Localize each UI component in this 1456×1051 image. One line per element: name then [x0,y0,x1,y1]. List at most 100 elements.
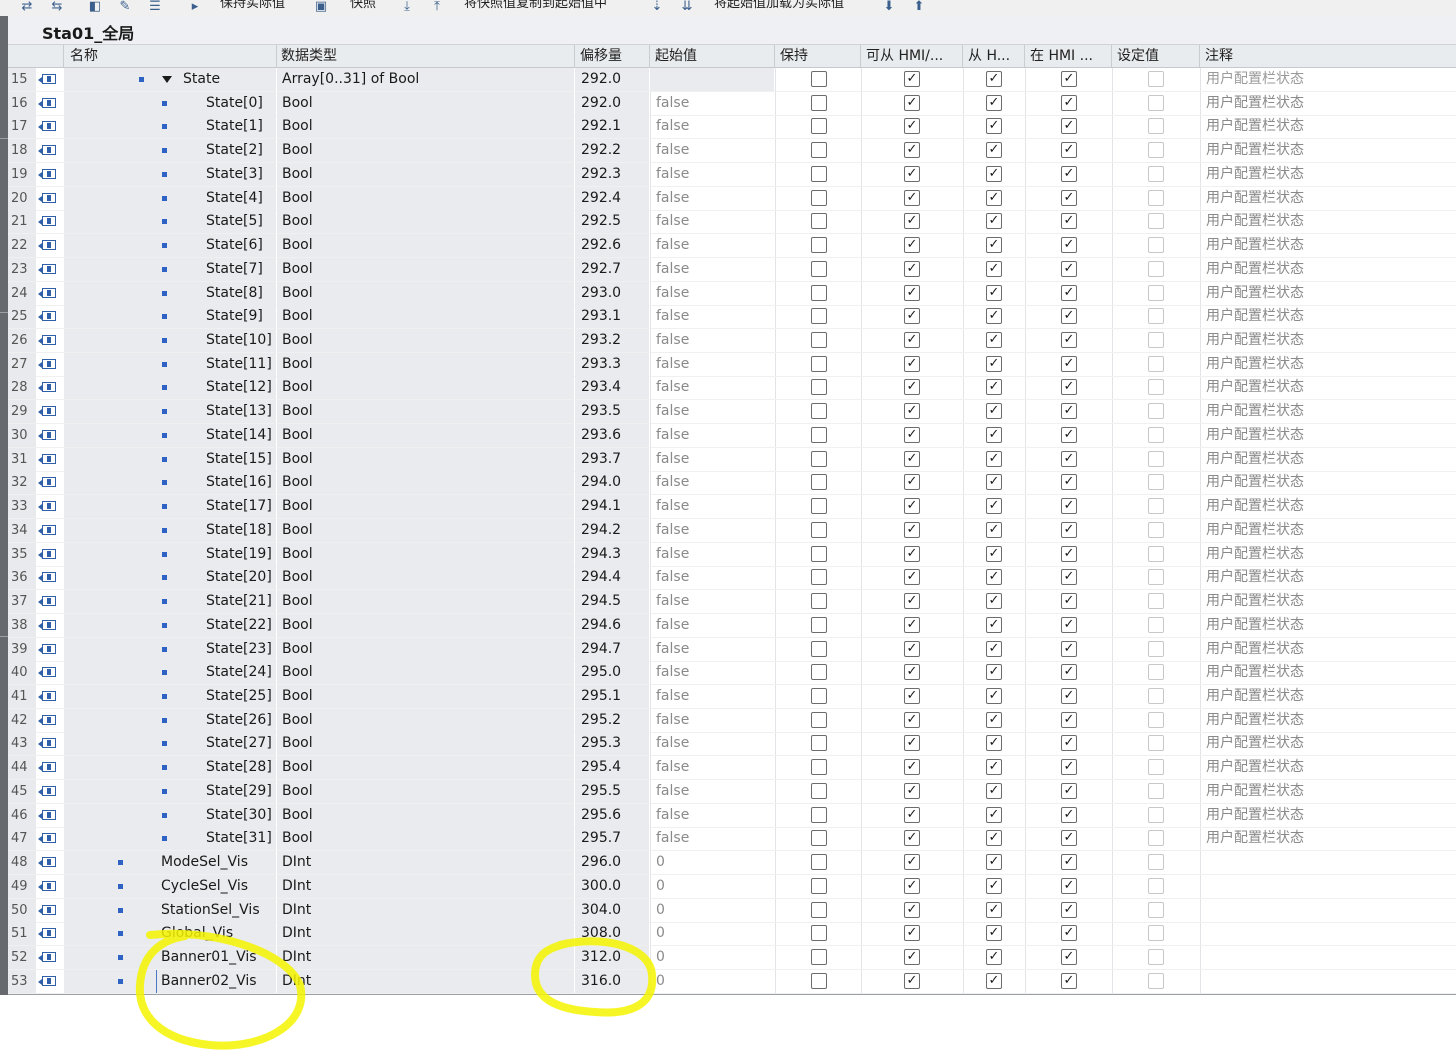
comment-cell[interactable]: 用户配置栏状态 [1204,543,1456,566]
table-row[interactable]: 50 StationSel_Vis DInt 304.0 0 [8,898,1456,923]
setpoint-checkbox[interactable] [1148,260,1164,277]
inhmi-checkbox[interactable] [1061,189,1077,206]
inhmi-checkbox[interactable] [1061,450,1077,467]
data-type-cell[interactable]: Bool [277,257,574,281]
fromhmi-checkbox[interactable] [986,735,1002,752]
setpoint-checkbox[interactable] [1148,355,1164,372]
table-row[interactable]: 38 State[22] Bool294.6false 用户配置栏状态 [8,613,1456,638]
setpoint-checkbox[interactable] [1148,545,1164,562]
table-row[interactable]: 40 State[24] Bool295.0false 用户配置栏状态 [8,661,1456,686]
hmi-checkbox[interactable] [904,593,920,610]
table-row[interactable]: 24 State[8] Bool293.0false 用户配置栏状态 [8,281,1456,306]
retain-checkbox[interactable] [811,782,827,799]
comment-cell[interactable] [1204,851,1456,874]
setpoint-checkbox[interactable] [1148,474,1164,491]
inhmi-checkbox[interactable] [1061,830,1077,847]
inhmi-checkbox[interactable] [1061,664,1077,681]
name-cell[interactable]: State[11] [64,352,276,376]
setpoint-checkbox[interactable] [1148,640,1164,657]
inhmi-checkbox[interactable] [1061,687,1077,704]
data-type-cell[interactable]: Bool [277,732,574,756]
start-value-cell[interactable]: false [650,519,774,542]
data-type-cell[interactable]: DInt [277,922,574,946]
data-type-cell[interactable]: Bool [277,495,574,519]
hmi-checkbox[interactable] [904,332,920,349]
start-value-cell[interactable]: false [650,780,774,803]
copy-up-icon[interactable]: ⤒ [428,0,446,13]
snapshot-icon[interactable]: ⇄ [18,0,36,13]
comment-cell[interactable]: 用户配置栏状态 [1204,234,1456,257]
name-cell[interactable]: State[30] [64,803,276,827]
start-value-cell[interactable]: false [650,329,774,352]
setpoint-checkbox[interactable] [1148,165,1164,182]
fromhmi-checkbox[interactable] [986,759,1002,776]
retain-checkbox[interactable] [811,640,827,657]
fromhmi-checkbox[interactable] [986,474,1002,491]
fromhmi-checkbox[interactable] [986,355,1002,372]
retain-checkbox[interactable] [811,806,827,823]
start-value-cell[interactable]: 0 [650,899,774,922]
fromhmi-checkbox[interactable] [986,308,1002,325]
inhmi-checkbox[interactable] [1061,403,1077,420]
comment-cell[interactable]: 用户配置栏状态 [1204,732,1456,755]
fromhmi-checkbox[interactable] [986,925,1002,942]
name-cell[interactable]: State[4] [64,186,276,210]
data-type-cell[interactable]: Bool [277,400,574,424]
setpoint-checkbox[interactable] [1148,189,1164,206]
camera-icon[interactable]: ▣ [312,0,330,13]
fromhmi-checkbox[interactable] [986,379,1002,396]
name-cell[interactable]: State[2] [64,139,276,163]
comment-cell[interactable]: 用户配置栏状态 [1204,115,1456,138]
comment-cell[interactable]: 用户配置栏状态 [1204,661,1456,684]
data-type-cell[interactable]: Bool [277,305,574,329]
comment-cell[interactable]: 用户配置栏状态 [1204,353,1456,376]
start-value-cell[interactable] [650,68,774,91]
retain-checkbox[interactable] [811,901,827,918]
start-value-cell[interactable]: false [650,258,774,281]
start-value-cell[interactable]: 0 [650,851,774,874]
setpoint-checkbox[interactable] [1148,71,1164,87]
table-row[interactable]: 51 Global_Vis DInt 308.0 0 [8,922,1456,947]
table-row[interactable]: 39 State[23] Bool294.7false 用户配置栏状态 [8,637,1456,662]
fromhmi-checkbox[interactable] [986,94,1002,111]
retain-checkbox[interactable] [811,735,827,752]
table-row[interactable]: 45 State[29] Bool295.5false 用户配置栏状态 [8,779,1456,804]
setpoint-checkbox[interactable] [1148,830,1164,847]
setpoint-checkbox[interactable] [1148,593,1164,610]
hmi-checkbox[interactable] [904,616,920,633]
fromhmi-checkbox[interactable] [986,142,1002,159]
start-value-cell[interactable]: false [650,139,774,162]
comment-cell[interactable]: 用户配置栏状态 [1204,424,1456,447]
toolbar-button-label[interactable]: 将快照值复制到起始值中 [464,0,607,12]
name-cell[interactable]: ModeSel_Vis [64,851,276,875]
name-cell[interactable]: Banner01_Vis [64,946,276,969]
name-cell[interactable]: State[8] [64,281,276,305]
comment-cell[interactable]: 用户配置栏状态 [1204,780,1456,803]
setpoint-checkbox[interactable] [1148,854,1164,871]
comment-cell[interactable]: 用户配置栏状态 [1204,210,1456,233]
inhmi-checkbox[interactable] [1061,237,1077,254]
hmi-checkbox[interactable] [904,521,920,538]
hmi-checkbox[interactable] [904,925,920,942]
table-row[interactable]: 49 CycleSel_Vis DInt 300.0 0 [8,874,1456,899]
retain-checkbox[interactable] [811,426,827,443]
table-row[interactable]: 17 State[1] Bool292.1false 用户配置栏状态 [8,115,1456,140]
comment-cell[interactable]: 用户配置栏状态 [1204,329,1456,352]
retain-checkbox[interactable] [811,237,827,254]
data-type-cell[interactable]: DInt [277,874,574,898]
fromhmi-checkbox[interactable] [986,521,1002,538]
setpoint-checkbox[interactable] [1148,521,1164,538]
fromhmi-checkbox[interactable] [986,237,1002,254]
comment-cell[interactable]: 用户配置栏状态 [1204,92,1456,115]
inhmi-checkbox[interactable] [1061,308,1077,325]
table-row[interactable]: 35 State[19] Bool294.3false 用户配置栏状态 [8,542,1456,567]
fromhmi-checkbox[interactable] [986,189,1002,206]
setpoint-checkbox[interactable] [1148,213,1164,230]
fromhmi-checkbox[interactable] [986,901,1002,918]
hmi-checkbox[interactable] [904,355,920,372]
data-type-cell[interactable]: Bool [277,566,574,590]
retain-checkbox[interactable] [811,498,827,515]
setpoint-checkbox[interactable] [1148,284,1164,301]
setpoint-checkbox[interactable] [1148,925,1164,942]
comment-cell[interactable]: 用户配置栏状态 [1204,471,1456,494]
